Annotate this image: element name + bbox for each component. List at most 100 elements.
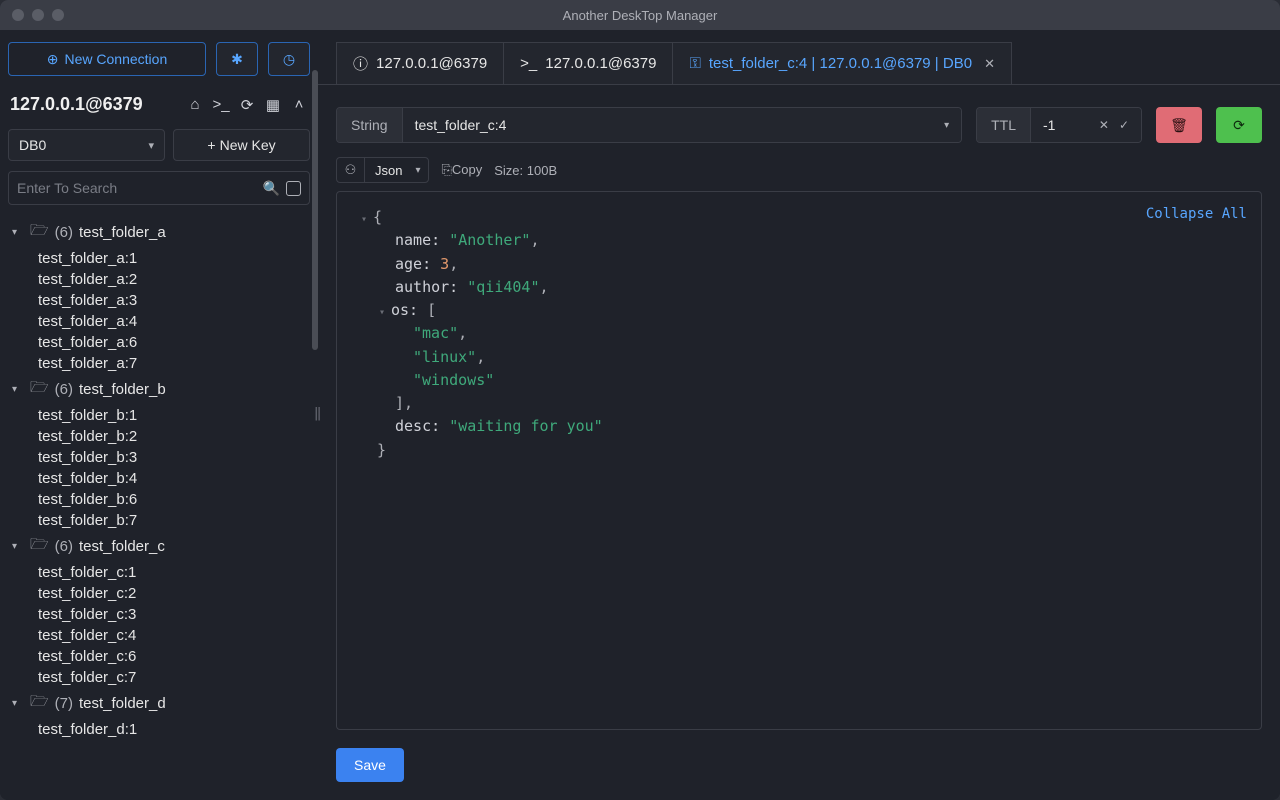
tree-key-item[interactable]: test_folder_c:2 (8, 583, 310, 604)
tree-key-item[interactable]: test_folder_a:4 (8, 311, 310, 332)
plus-circle-icon: ⊕ (47, 51, 59, 68)
key-type-label: String (337, 108, 403, 142)
delete-key-button[interactable]: 🗑 (1156, 107, 1202, 143)
copy-button[interactable]: ⎘Copy (441, 162, 482, 178)
tree-key-item[interactable]: test_folder_c:3 (8, 604, 310, 625)
collapse-all-button[interactable]: Collapse All (1146, 204, 1247, 226)
window-title: Another DeskTop Manager (0, 8, 1280, 23)
new-key-label: New Key (220, 137, 276, 153)
grid-icon[interactable]: ▦ (264, 96, 282, 114)
tree-key-item[interactable]: test_folder_d:1 (8, 719, 310, 740)
folder-name: test_folder_b (79, 381, 166, 398)
tree-icon: ⚇ (337, 158, 365, 182)
tree-key-item[interactable]: test_folder_a:2 (8, 269, 310, 290)
tree-key-item[interactable]: test_folder_a:1 (8, 248, 310, 269)
format-value: Json (375, 163, 402, 178)
titlebar: Another DeskTop Manager (0, 0, 1280, 30)
tree-key-item[interactable]: test_folder_a:7 (8, 353, 310, 374)
key-name-input[interactable]: test_folder_c:4 ▾ (403, 108, 962, 142)
tree-key-item[interactable]: test_folder_b:3 (8, 447, 310, 468)
connection-title: 127.0.0.1@6379 (10, 94, 178, 115)
home-icon[interactable]: ⌂ (186, 96, 204, 113)
plus-icon: + (207, 137, 215, 153)
exact-match-checkbox[interactable] (286, 181, 301, 196)
new-key-button[interactable]: + New Key (173, 129, 310, 161)
clear-ttl-icon[interactable]: ✕ (1099, 118, 1109, 132)
tree-key-item[interactable]: test_folder_a:3 (8, 290, 310, 311)
copy-label: Copy (452, 162, 482, 177)
tree-key-item[interactable]: test_folder_c:7 (8, 667, 310, 688)
tree-folder[interactable]: ▾ 🗁 (6) test_folder_b (8, 374, 310, 405)
close-window-icon[interactable] (12, 9, 24, 21)
folder-open-icon: 🗁 (30, 534, 49, 559)
tab[interactable]: ⓘ 127.0.0.1@6379 (336, 42, 504, 84)
tree-folder[interactable]: ▾ 🗁 (6) test_folder_a (8, 217, 310, 248)
tree-key-item[interactable]: test_folder_c:6 (8, 646, 310, 667)
ttl-input[interactable]: -1 ✕ ✓ (1031, 108, 1141, 142)
maximize-window-icon[interactable] (52, 9, 64, 21)
tree-key-item[interactable]: test_folder_b:1 (8, 405, 310, 426)
trash-icon: 🗑 (1170, 117, 1188, 134)
folder-name: test_folder_c (79, 538, 165, 555)
confirm-ttl-icon[interactable]: ✓ (1119, 118, 1129, 132)
new-connection-label: New Connection (65, 51, 168, 67)
main-panel: ‖ ⓘ 127.0.0.1@6379>_ 127.0.0.1@6379⚿ tes… (318, 30, 1280, 800)
db-selected-label: DB0 (19, 137, 46, 153)
copy-icon: ⎘ (441, 162, 451, 177)
terminal-icon[interactable]: >_ (212, 96, 230, 113)
folder-name: test_folder_a (79, 224, 166, 241)
tree-key-item[interactable]: test_folder_b:4 (8, 468, 310, 489)
ttl-label: TTL (977, 108, 1031, 142)
save-button[interactable]: Save (336, 748, 404, 782)
chevron-down-icon: ▾ (12, 698, 24, 709)
chevron-down-icon: ▾ (12, 227, 24, 238)
format-select[interactable]: ⚇ Json (336, 157, 429, 183)
tab[interactable]: ⚿ test_folder_c:4 | 127.0.0.1@6379 | DB0… (672, 42, 1012, 84)
folder-open-icon: 🗁 (30, 691, 49, 716)
split-drag-handle[interactable]: ‖ (314, 405, 317, 426)
minimize-window-icon[interactable] (32, 9, 44, 21)
info-icon: ⓘ (353, 53, 368, 74)
tree-key-item[interactable]: test_folder_a:6 (8, 332, 310, 353)
folder-count: (7) (55, 695, 73, 712)
new-connection-button[interactable]: ⊕ New Connection (8, 42, 206, 76)
key-name-field: String test_folder_c:4 ▾ (336, 107, 962, 143)
tree-folder[interactable]: ▾ 🗁 (6) test_folder_c (8, 531, 310, 562)
tree-key-item[interactable]: test_folder_b:6 (8, 489, 310, 510)
search-input[interactable] (17, 180, 257, 196)
tree-key-item[interactable]: test_folder_c:1 (8, 562, 310, 583)
chevron-down-icon: ▾ (944, 120, 949, 131)
folder-count: (6) (55, 224, 73, 241)
tree-folder[interactable]: ▾ 🗁 (7) test_folder_d (8, 688, 310, 719)
chevron-down-icon: ▾ (12, 541, 24, 552)
tab-label: 127.0.0.1@6379 (376, 55, 487, 72)
history-button[interactable]: ◷ (268, 42, 310, 76)
tab-label: 127.0.0.1@6379 (545, 55, 656, 72)
tabs: ⓘ 127.0.0.1@6379>_ 127.0.0.1@6379⚿ test_… (336, 42, 1262, 84)
folder-open-icon: 🗁 (30, 377, 49, 402)
tree-key-item[interactable]: test_folder_b:7 (8, 510, 310, 531)
terminal-icon: >_ (520, 55, 537, 72)
refresh-key-button[interactable]: ⟳ (1216, 107, 1262, 143)
folder-name: test_folder_d (79, 695, 166, 712)
key-tree: ▾ 🗁 (6) test_folder_atest_folder_a:1test… (8, 217, 310, 800)
tree-key-item[interactable]: test_folder_c:4 (8, 625, 310, 646)
tab-label: test_folder_c:4 | 127.0.0.1@6379 | DB0 (709, 55, 972, 72)
close-tab-icon[interactable]: ✕ (984, 56, 995, 72)
collapse-sidebar-icon[interactable]: ˄ (290, 96, 308, 113)
tree-key-item[interactable]: test_folder_b:2 (8, 426, 310, 447)
clock-icon: ◷ (283, 51, 295, 68)
key-icon: ⚿ (689, 55, 700, 72)
search-input-wrapper: 🔍 (8, 171, 310, 205)
db-select[interactable]: DB0 (8, 129, 165, 161)
ttl-value: -1 (1043, 117, 1055, 133)
gear-icon: ✱ (231, 51, 243, 68)
search-icon[interactable]: 🔍 (263, 180, 280, 197)
tab[interactable]: >_ 127.0.0.1@6379 (503, 42, 673, 84)
ttl-field: TTL -1 ✕ ✓ (976, 107, 1142, 143)
refresh-icon[interactable]: ⟳ (238, 96, 256, 114)
json-viewer[interactable]: Collapse All ▾{name: "Another",age: 3,au… (336, 191, 1262, 730)
size-info: Size: 100B (494, 163, 557, 178)
sidebar: ⊕ New Connection ✱ ◷ 127.0.0.1@6379 ⌂ >_… (0, 30, 318, 800)
settings-button[interactable]: ✱ (216, 42, 258, 76)
